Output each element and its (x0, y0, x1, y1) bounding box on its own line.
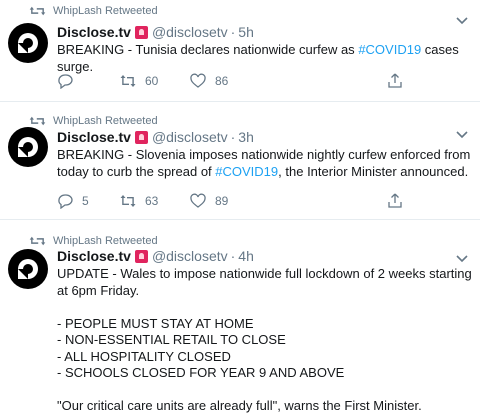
siren-emoji-icon (134, 130, 148, 144)
avatar[interactable] (8, 23, 48, 63)
tweet-text: BREAKING - Slovenia imposes nationwide n… (57, 147, 472, 180)
reply-icon (58, 74, 73, 89)
action-bar: 5 63 89 (57, 192, 417, 210)
separator-dot: · (230, 248, 236, 264)
share-icon (388, 193, 402, 208)
avatar[interactable] (8, 249, 48, 289)
siren-emoji-icon (134, 249, 148, 263)
tweet-body: Disclose.tv @disclosetv · 3h BREAKING - … (57, 128, 472, 180)
chevron-down-icon[interactable] (456, 12, 468, 25)
author-handle[interactable]: @disclosetv (152, 23, 228, 41)
avatar[interactable] (8, 127, 48, 167)
tweet-text: UPDATE - Wales to impose nationwide full… (57, 266, 472, 413)
retweeted-context[interactable]: WhipLash Retweeted (29, 234, 158, 248)
share-button[interactable] (387, 72, 403, 90)
tweet-text: BREAKING - Tunisia declares nationwide c… (57, 42, 472, 75)
reply-button[interactable] (57, 72, 73, 90)
reply-button[interactable]: 5 (57, 192, 89, 210)
timestamp[interactable]: 3h (238, 128, 254, 146)
tweet-header: Disclose.tv @disclosetv · 5h (57, 23, 472, 41)
tweet-body: Disclose.tv @disclosetv · 4h UPDATE - Wa… (57, 247, 472, 413)
author-handle[interactable]: @disclosetv (152, 128, 228, 146)
retweeted-context[interactable]: WhipLash Retweeted (29, 4, 158, 18)
retweet-button[interactable]: 60 (120, 72, 158, 90)
tweet-header: Disclose.tv @disclosetv · 4h (57, 247, 472, 265)
retweeted-context[interactable]: WhipLash Retweeted (29, 114, 158, 128)
author-name[interactable]: Disclose.tv (57, 23, 131, 41)
retweeted-by-label: WhipLash Retweeted (53, 235, 158, 247)
author-handle[interactable]: @disclosetv (152, 247, 228, 265)
tweet-body: Disclose.tv @disclosetv · 5h BREAKING - … (57, 23, 472, 75)
separator-dot: · (230, 129, 236, 145)
like-count: 86 (215, 74, 229, 88)
heart-icon (190, 193, 206, 208)
siren-emoji-icon (134, 25, 148, 39)
retweet-icon (29, 116, 46, 126)
timestamp[interactable]: 4h (238, 247, 254, 265)
hashtag-link[interactable]: #COVID19 (358, 42, 421, 57)
disclose-logo-icon (18, 259, 38, 279)
retweeted-by-label: WhipLash Retweeted (53, 5, 158, 17)
like-count: 89 (215, 194, 229, 208)
retweet-icon (120, 195, 136, 207)
reply-icon (58, 194, 73, 209)
retweet-count: 63 (145, 194, 159, 208)
retweet-icon (29, 236, 46, 246)
timestamp[interactable]: 5h (238, 23, 254, 41)
hashtag-link[interactable]: #COVID19 (215, 164, 278, 179)
retweet-icon (120, 75, 136, 87)
share-icon (388, 73, 402, 88)
disclose-logo-icon (18, 137, 38, 157)
share-button[interactable] (387, 192, 403, 210)
retweet-count: 60 (145, 74, 159, 88)
retweeted-by-label: WhipLash Retweeted (53, 115, 158, 127)
timeline-feed: WhipLash Retweeted Disclose.tv @disclose… (0, 0, 480, 413)
tweet-3[interactable]: WhipLash Retweeted Disclose.tv @disclose… (0, 219, 480, 413)
like-button[interactable]: 86 (190, 72, 228, 90)
tweet-text-part: , the Interior Minister announced. (278, 163, 469, 179)
retweet-icon (29, 6, 46, 16)
author-name[interactable]: Disclose.tv (57, 247, 131, 265)
heart-icon (190, 73, 206, 88)
tweet-header: Disclose.tv @disclosetv · 3h (57, 128, 472, 146)
retweet-button[interactable]: 63 (120, 192, 158, 210)
tweet-1[interactable]: WhipLash Retweeted Disclose.tv @disclose… (0, 0, 480, 101)
reply-count: 5 (82, 194, 89, 208)
like-button[interactable]: 89 (190, 192, 228, 210)
author-name[interactable]: Disclose.tv (57, 128, 131, 146)
tweet-2[interactable]: WhipLash Retweeted Disclose.tv @disclose… (0, 101, 480, 219)
action-bar: 60 86 (57, 72, 417, 90)
tweet-text-part: UPDATE - Wales to impose nationwide full… (57, 266, 472, 413)
separator-dot: · (230, 24, 236, 40)
tweet-text-part: BREAKING - Tunisia declares nationwide c… (57, 42, 359, 57)
disclose-logo-icon (18, 33, 38, 53)
